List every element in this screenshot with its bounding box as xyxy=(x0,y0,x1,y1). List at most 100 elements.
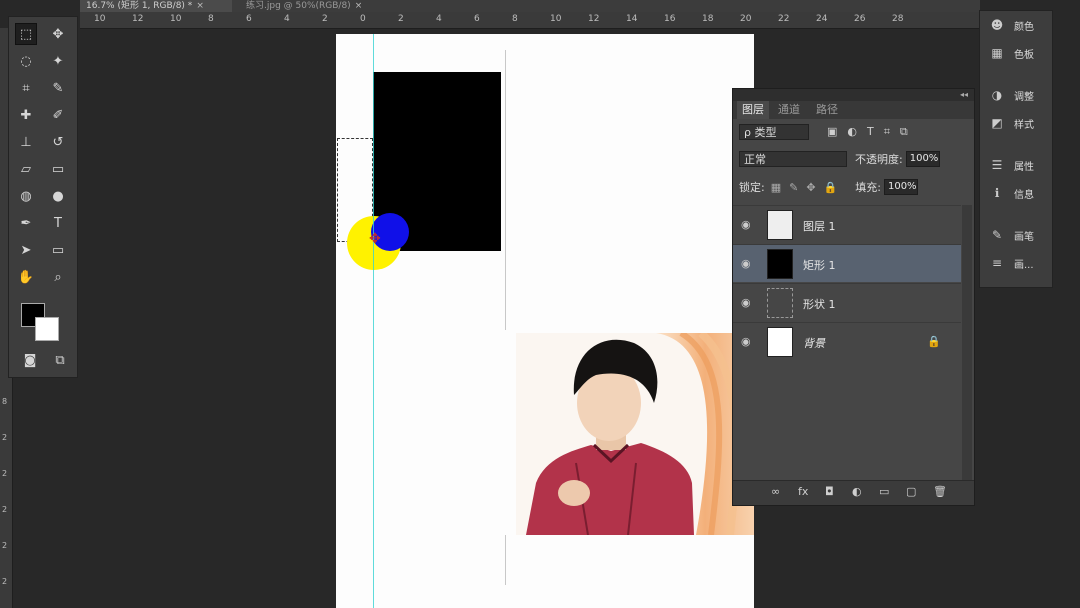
pen-tool-icon[interactable]: ✒ xyxy=(15,212,37,234)
screen-mode-icon[interactable]: ⧉ xyxy=(49,349,71,371)
dodge-tool-icon[interactable]: ● xyxy=(47,185,69,207)
zoom-tool-icon[interactable]: ⌕ xyxy=(47,266,69,288)
ruler-tick: 12 xyxy=(588,14,600,24)
portrait-photo xyxy=(516,333,754,535)
tab-label: 16.7% (矩形 1, RGB/8) * xyxy=(86,1,193,11)
lock-row: 锁定: ▦✎✥🔒 填充: 100% xyxy=(739,179,918,195)
dock-item-brush-preset[interactable]: ≡ 画... xyxy=(988,253,1048,273)
type-tool-icon[interactable]: T xyxy=(47,212,69,234)
eye-icon[interactable]: ◉ xyxy=(741,335,751,348)
eyedropper-tool-icon[interactable]: ✎ xyxy=(47,77,69,99)
ruler-tick: 6 xyxy=(474,14,480,24)
tools-panel: ◙ ⧉ ⬚ ✥ ◌ ✦ ⌗ ✎ ✚ ✐ ⊥ ↺ ▱ ▭ ◍ ● ✒ T ➤ ▭ ✋ ⌕ xyxy=(8,16,78,378)
opacity-field[interactable]: 100% xyxy=(905,151,940,167)
ruler-tick: 2 xyxy=(2,541,8,550)
layer-row[interactable]: ◉ 背景 🔒 xyxy=(733,322,961,360)
filter-kind-dropdown[interactable]: ρ 类型 xyxy=(739,124,809,140)
dock-item-brush[interactable]: ✎ 画笔 xyxy=(988,225,1048,245)
document-tab-inactive[interactable]: 练习.jpg @ 50%(RGB/8) × xyxy=(240,0,402,12)
adjustments-icon: ◑ xyxy=(991,88,1003,102)
swatches-icon: ▦ xyxy=(991,46,1003,60)
fill-field[interactable]: 100% xyxy=(883,179,918,195)
ruler-tick: 4 xyxy=(436,14,442,24)
tab-layers[interactable]: 图层 xyxy=(737,101,769,119)
close-icon[interactable]: × xyxy=(355,1,363,11)
layer-thumbnail xyxy=(767,249,793,279)
dock-item-swatches[interactable]: ▦ 色板 xyxy=(988,43,1048,63)
ruler-tick: 18 xyxy=(702,14,714,24)
dock-item-label: 样式 xyxy=(1014,119,1034,131)
ruler-tick: 10 xyxy=(94,14,106,24)
layers-footer-icon[interactable]: ∞ xyxy=(771,485,780,498)
quick-mask-icon[interactable]: ◙ xyxy=(19,349,41,371)
layer-name: 形状 1 xyxy=(803,298,836,311)
gradient-tool-icon[interactable]: ▭ xyxy=(47,158,69,180)
magic-wand-tool-icon[interactable]: ✦ xyxy=(47,50,69,72)
guide-line-vertical[interactable] xyxy=(373,34,374,608)
spot-heal-tool-icon[interactable]: ✚ xyxy=(15,104,37,126)
eye-icon[interactable]: ◉ xyxy=(741,218,751,231)
dock-item-palette[interactable]: ☻ 颜色 xyxy=(988,15,1048,35)
eye-icon[interactable]: ◉ xyxy=(741,296,751,309)
ruler-tick: 2 xyxy=(2,433,8,442)
layer-row[interactable]: ◉ 形状 1 xyxy=(733,283,961,321)
layer-thumbnail xyxy=(767,210,793,240)
ruler-tick: 2 xyxy=(398,14,404,24)
dock-item-label: 画... xyxy=(1014,259,1034,271)
blend-row: 正常 不透明度: 100% xyxy=(739,151,940,167)
lasso-tool-icon[interactable]: ◌ xyxy=(15,50,37,72)
layers-footer-icon[interactable]: ◘ xyxy=(825,485,834,498)
dock-item-info[interactable]: ℹ 信息 xyxy=(988,183,1048,203)
layer-thumbnail xyxy=(767,327,793,357)
blur-tool-icon[interactable]: ◍ xyxy=(15,185,37,207)
blend-mode-dropdown[interactable]: 正常 xyxy=(739,151,847,167)
ruler-tick: 8 xyxy=(208,14,214,24)
document-tab-active[interactable]: 16.7% (矩形 1, RGB/8) * × xyxy=(80,0,232,12)
horizontal-ruler[interactable]: 10 12 10 8 6 4 2 0 2 4 6 8 10 12 14 16 18 20 22 24 26 28 xyxy=(80,12,980,29)
rect-marquee-tool-icon[interactable]: ⬚ xyxy=(15,23,37,45)
ruler-tick: 20 xyxy=(740,14,752,24)
lock-icons[interactable]: ▦✎✥🔒 xyxy=(771,181,846,194)
shape-tool-icon[interactable]: ▭ xyxy=(47,239,69,261)
eraser-tool-icon[interactable]: ▱ xyxy=(15,158,37,180)
crop-tool-icon[interactable]: ⌗ xyxy=(15,77,37,99)
stamp-tool-icon[interactable]: ⊥ xyxy=(15,131,37,153)
guide-line xyxy=(505,50,506,330)
panel-collapse-bar[interactable]: ◂◂ xyxy=(733,89,974,101)
ruler-tick: 2 xyxy=(2,505,8,514)
tab-channels[interactable]: 通道 xyxy=(773,101,805,119)
panel-dock: ☻ 颜色 ▦ 色板 ◑ 调整 ◩ 样式 ☰ 属性 ℹ 信息 ✎ 画笔 ≡ 画... xyxy=(979,10,1053,288)
layers-footer-icon[interactable]: fx xyxy=(798,485,808,498)
styles-icon: ◩ xyxy=(991,116,1003,130)
hand-tool-icon[interactable]: ✋ xyxy=(15,266,37,288)
dock-item-styles[interactable]: ◩ 样式 xyxy=(988,113,1048,133)
close-icon[interactable]: × xyxy=(196,1,204,11)
layer-row[interactable]: ◉ 图层 1 xyxy=(733,205,961,243)
layers-footer-icon[interactable]: ▭ xyxy=(879,485,889,498)
layers-footer: ∞ fx ◘ ◐ ▭ ▢ 🗑 xyxy=(733,480,974,505)
ruler-tick: 22 xyxy=(778,14,790,24)
layers-scrollbar[interactable] xyxy=(962,205,972,480)
eye-icon[interactable]: ◉ xyxy=(741,257,751,270)
layers-footer-icon[interactable]: ▢ xyxy=(906,485,916,498)
tab-paths[interactable]: 路径 xyxy=(811,101,843,119)
move-tool-icon[interactable]: ✥ xyxy=(47,23,69,45)
brush-icon: ✎ xyxy=(991,228,1003,242)
brush-preset-icon: ≡ xyxy=(991,256,1003,270)
history-brush-tool-icon[interactable]: ↺ xyxy=(47,131,69,153)
lock-icon: 🔒 xyxy=(927,335,941,348)
brush-tool-icon[interactable]: ✐ xyxy=(47,104,69,126)
ruler-tick: 6 xyxy=(246,14,252,24)
background-color-swatch[interactable] xyxy=(35,317,59,341)
dock-item-adjustments[interactable]: ◑ 调整 xyxy=(988,85,1048,105)
collapse-icon[interactable]: ◂◂ xyxy=(960,90,968,99)
layers-footer-icon[interactable]: ◐ xyxy=(852,485,862,498)
lock-label: 锁定: xyxy=(739,181,765,194)
filter-icons[interactable]: ▣◐T⌗⧉ xyxy=(827,125,918,139)
layers-footer-icon[interactable]: 🗑 xyxy=(933,485,947,498)
path-select-tool-icon[interactable]: ➤ xyxy=(15,239,37,261)
guide-line xyxy=(505,535,506,585)
layer-row-selected[interactable]: ◉ 矩形 1 xyxy=(733,244,961,282)
dock-item-properties[interactable]: ☰ 属性 xyxy=(988,155,1048,175)
shape-thumbnail xyxy=(767,288,793,318)
